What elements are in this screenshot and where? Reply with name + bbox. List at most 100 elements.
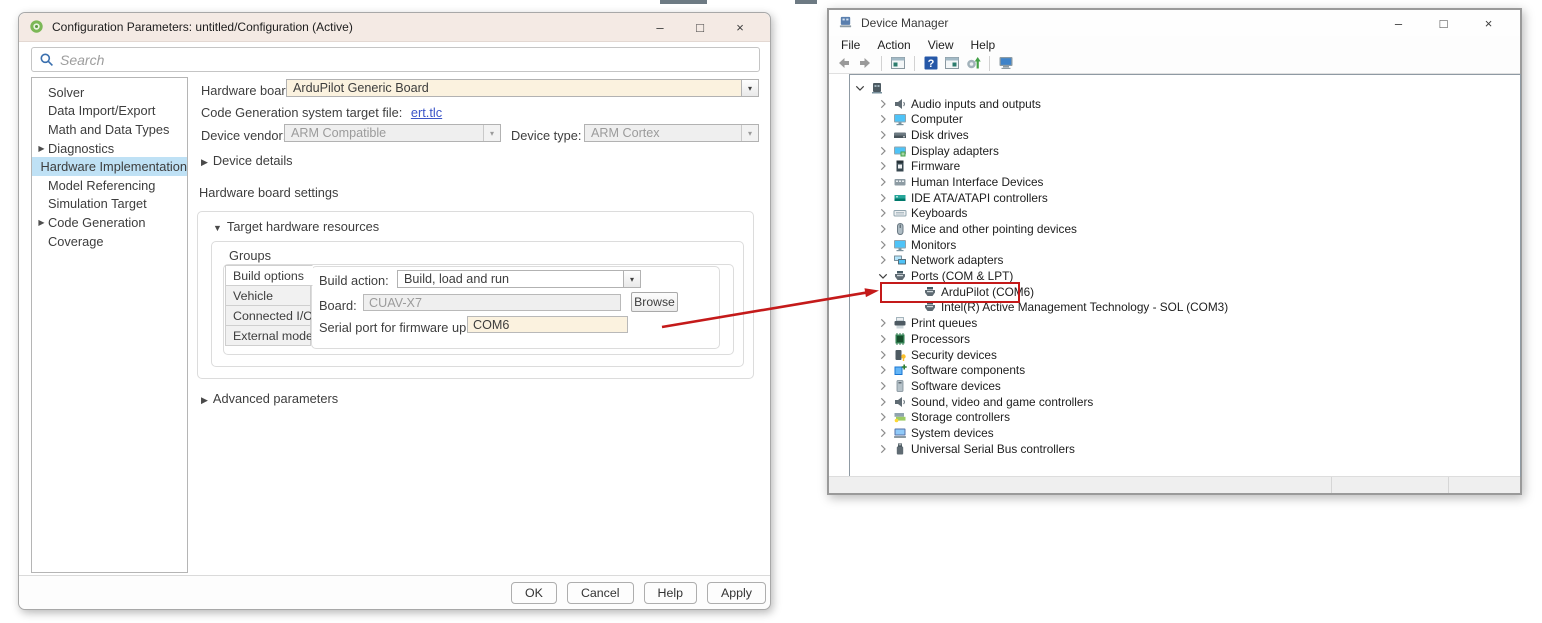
close-button[interactable]: × [1466, 16, 1511, 31]
tree-item-keyboards[interactable]: Keyboards [850, 206, 1520, 222]
tree-item-software-components[interactable]: Software components [850, 362, 1520, 378]
tree-item-processors[interactable]: Processors [850, 331, 1520, 347]
group-tab-external-mode[interactable]: External mode [225, 325, 311, 346]
sidebar-item-hardware-implementation[interactable]: Hardware Implementation [32, 157, 187, 176]
tree-item-firmware[interactable]: Firmware [850, 158, 1520, 174]
sidebar-item-math-and-data-types[interactable]: Math and Data Types [32, 120, 187, 139]
chevron-right-icon[interactable] [877, 129, 890, 141]
tree-item-label: Display adapters [911, 144, 999, 158]
tree-item-security-devices[interactable]: Security devices [850, 347, 1520, 363]
toolbar-help-icon[interactable]: ? [923, 55, 939, 71]
tree-item-print-queues[interactable]: Print queues [850, 315, 1520, 331]
chevron-right-icon[interactable] [877, 349, 890, 361]
menu-file[interactable]: File [841, 38, 860, 52]
close-button[interactable]: × [720, 20, 760, 35]
chevron-right-icon[interactable] [877, 254, 890, 266]
tree-item-display-adapters[interactable]: Display adapters [850, 143, 1520, 159]
help-button[interactable]: Help [644, 582, 697, 604]
tree-item-human-interface-devices[interactable]: Human Interface Devices [850, 174, 1520, 190]
group-tab-connected-i-o[interactable]: Connected I/O [225, 305, 311, 326]
sidebar-item-simulation-target[interactable]: Simulation Target [32, 195, 187, 214]
chevron-right-icon[interactable] [877, 317, 890, 329]
chevron-right-icon[interactable] [877, 411, 890, 423]
chevron-right-icon[interactable] [877, 443, 890, 455]
menu-action[interactable]: Action [877, 38, 910, 52]
tree-item-disk-drives[interactable]: Disk drives [850, 127, 1520, 143]
chevron-down-icon[interactable] [877, 270, 890, 282]
hardware-board-combo[interactable]: ArduPilot Generic Board ▾ [286, 79, 759, 97]
tree-item-label: Monitors [911, 238, 956, 252]
sidebar-item-diagnostics[interactable]: ▶Diagnostics [32, 139, 187, 158]
target-file-link[interactable]: ert.tlc [411, 105, 442, 120]
menu-help[interactable]: Help [971, 38, 996, 52]
build-action-combo[interactable]: Build, load and run ▾ [397, 270, 641, 288]
toolbar-scan-icon[interactable] [965, 55, 981, 71]
tree-item-root[interactable] [850, 80, 1520, 96]
sidebar-item-model-referencing[interactable]: Model Referencing [32, 176, 187, 195]
serial-port-field[interactable] [467, 316, 628, 333]
chevron-right-icon[interactable] [877, 333, 890, 345]
chevron-right-icon[interactable] [877, 380, 890, 392]
system-icon [893, 426, 907, 440]
search-box[interactable] [31, 47, 760, 72]
tree-item-label: Mice and other pointing devices [911, 222, 1077, 236]
tree-item-sound-video-and-game-controllers[interactable]: Sound, video and game controllers [850, 394, 1520, 410]
tree-item-computer[interactable]: Computer [850, 111, 1520, 127]
minimize-button[interactable]: – [640, 20, 680, 35]
chevron-right-icon[interactable] [877, 145, 890, 157]
target-resources-expander[interactable]: ▼Target hardware resources [213, 219, 379, 234]
tree-item-ide-ata-atapi-controllers[interactable]: IDE ATA/ATAPI controllers [850, 190, 1520, 206]
minimize-button[interactable]: – [1376, 16, 1421, 31]
search-input[interactable] [60, 52, 752, 68]
sidebar-item-coverage[interactable]: Coverage [32, 232, 187, 251]
chevron-right-icon[interactable] [877, 98, 890, 110]
chevron-right-icon[interactable] [877, 192, 890, 204]
chevron-right-icon[interactable] [877, 239, 890, 251]
dropdown-arrow-icon: ▾ [483, 125, 500, 141]
toolbar-computer-icon[interactable] [998, 55, 1014, 71]
toolbar-forward-icon[interactable] [857, 55, 873, 71]
chevron-right-icon[interactable] [877, 223, 890, 235]
advanced-parameters-label: Advanced parameters [213, 391, 338, 406]
group-tab-vehicle[interactable]: Vehicle [225, 285, 311, 306]
processor-icon [893, 332, 907, 346]
chevron-right-icon[interactable] [877, 113, 890, 125]
maximize-button[interactable]: □ [1421, 16, 1466, 31]
cancel-button[interactable]: Cancel [567, 582, 634, 604]
maximize-button[interactable]: □ [680, 20, 720, 35]
toolbar-back-icon[interactable] [836, 55, 852, 71]
tree-item-software-devices[interactable]: Software devices [850, 378, 1520, 394]
tree-item-network-adapters[interactable]: Network adapters [850, 253, 1520, 269]
tree-item-universal-serial-bus-controllers[interactable]: Universal Serial Bus controllers [850, 441, 1520, 457]
chevron-right-icon[interactable] [877, 364, 890, 376]
tree-item-intel-r-active-management-technology-sol-com3[interactable]: Intel(R) Active Management Technology - … [850, 300, 1520, 316]
ok-button[interactable]: OK [511, 582, 557, 604]
sidebar-item-label: Diagnostics [48, 141, 114, 156]
group-tab-build-options[interactable]: Build options [225, 265, 313, 286]
chevron-right-icon[interactable] [877, 160, 890, 172]
tree-item-monitors[interactable]: Monitors [850, 237, 1520, 253]
chevron-right-icon[interactable] [877, 176, 890, 188]
tree-item-system-devices[interactable]: System devices [850, 425, 1520, 441]
sidebar-item-solver[interactable]: Solver [32, 83, 187, 102]
chevron-right-icon[interactable] [877, 396, 890, 408]
chevron-right-icon[interactable] [877, 427, 890, 439]
menu-view[interactable]: View [928, 38, 954, 52]
sidebar-item-code-generation[interactable]: ▶Code Generation [32, 213, 187, 232]
tree-item-mice-and-other-pointing-devices[interactable]: Mice and other pointing devices [850, 221, 1520, 237]
tree-item-ports-com-lpt[interactable]: Ports (COM & LPT) [850, 268, 1520, 284]
toolbar-showhide-icon[interactable] [944, 55, 960, 71]
browse-button[interactable]: Browse [631, 292, 678, 312]
toolbar-console-icon[interactable] [890, 55, 906, 71]
tree-item-ardupilot-com6[interactable]: ArduPilot (COM6) [850, 284, 1520, 300]
dropdown-arrow-icon[interactable]: ▾ [623, 271, 640, 287]
apply-button[interactable]: Apply [707, 582, 766, 604]
chevron-right-icon[interactable] [877, 207, 890, 219]
chevron-down-icon[interactable] [854, 82, 867, 94]
advanced-parameters-expander[interactable]: ▶Advanced parameters [201, 391, 338, 406]
tree-item-storage-controllers[interactable]: Storage controllers [850, 409, 1520, 425]
sidebar-item-data-import-export[interactable]: Data Import/Export [32, 102, 187, 121]
tree-item-audio-inputs-and-outputs[interactable]: Audio inputs and outputs [850, 96, 1520, 112]
device-details-expander[interactable]: ▶Device details [201, 153, 293, 168]
dropdown-arrow-icon[interactable]: ▾ [741, 80, 758, 96]
